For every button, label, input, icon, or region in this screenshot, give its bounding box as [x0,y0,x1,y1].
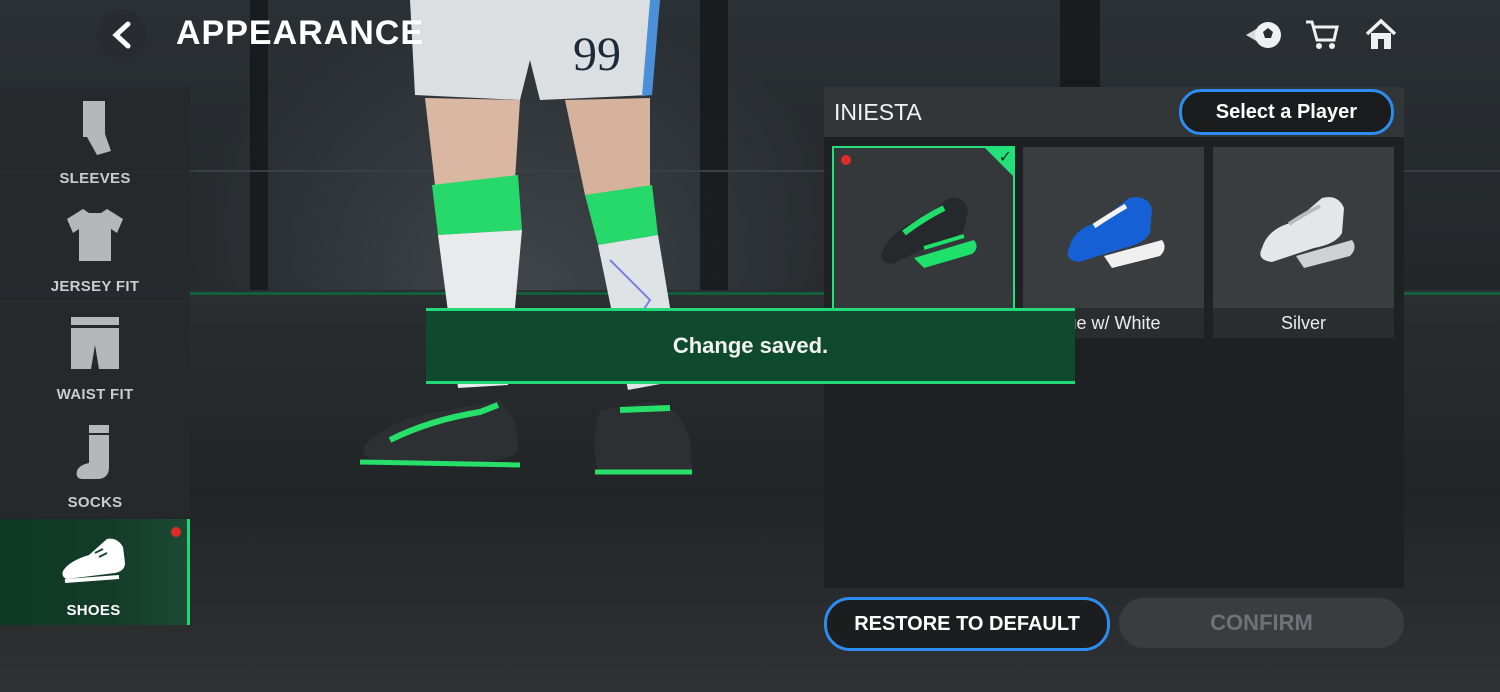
sidebar-item-label: SOCKS [67,494,123,511]
confirm-button[interactable]: CONFIRM [1119,598,1404,648]
sidebar-item-label: SLEEVES [59,170,131,187]
jersey-icon [67,209,123,261]
home-icon[interactable] [1364,18,1400,52]
shoe-image [1213,147,1394,308]
sidebar-item-shoes[interactable]: SHOES [0,519,190,625]
notification-dot [171,527,181,537]
sidebar-item-jersey-fit[interactable]: JERSEY FIT [0,195,190,301]
check-icon: ✓ [998,149,1012,166]
jersey-number: 99 [573,28,621,81]
background-pillar [1060,0,1100,90]
shoe-name: Silver [1213,308,1394,338]
chevron-left-icon [112,21,131,49]
sidebar-item-label: SHOES [66,602,121,619]
player-name: INIESTA [834,98,922,125]
shoe-card[interactable]: Silver [1213,147,1394,338]
sock-icon [76,425,109,479]
top-icon-bar [1244,18,1400,52]
cart-icon[interactable] [1304,18,1340,52]
sleeve-icon [83,101,111,155]
toast-message: Change saved. [672,333,829,358]
sidebar-item-sleeves[interactable]: SLEEVES [0,87,190,193]
sidebar-item-label: JERSEY FIT [50,278,140,295]
sidebar-item-socks[interactable]: SOCKS [0,411,190,517]
shoe-icon [62,538,125,583]
shorts-icon [71,317,119,369]
ball-icon[interactable] [1244,18,1281,52]
shoe-image [1023,147,1204,308]
restore-default-button[interactable]: RESTORE TO DEFAULT [824,597,1110,651]
page-title: APPEARANCE [176,14,425,52]
toast-notification: Change saved. [426,308,1075,384]
new-item-dot [841,155,851,165]
back-button[interactable] [97,10,147,60]
select-player-button[interactable]: Select a Player [1178,89,1394,135]
sidebar-item-waist-fit[interactable]: WAIST FIT [0,303,190,409]
player-model: 99 [359,0,692,475]
panel-header: INIESTA Select a Player [824,87,1404,137]
sidebar-item-label: WAIST FIT [56,386,134,403]
category-sidebar: SLEEVES JERSEY FIT WAIST FIT SOCKS SHOES [0,87,190,627]
